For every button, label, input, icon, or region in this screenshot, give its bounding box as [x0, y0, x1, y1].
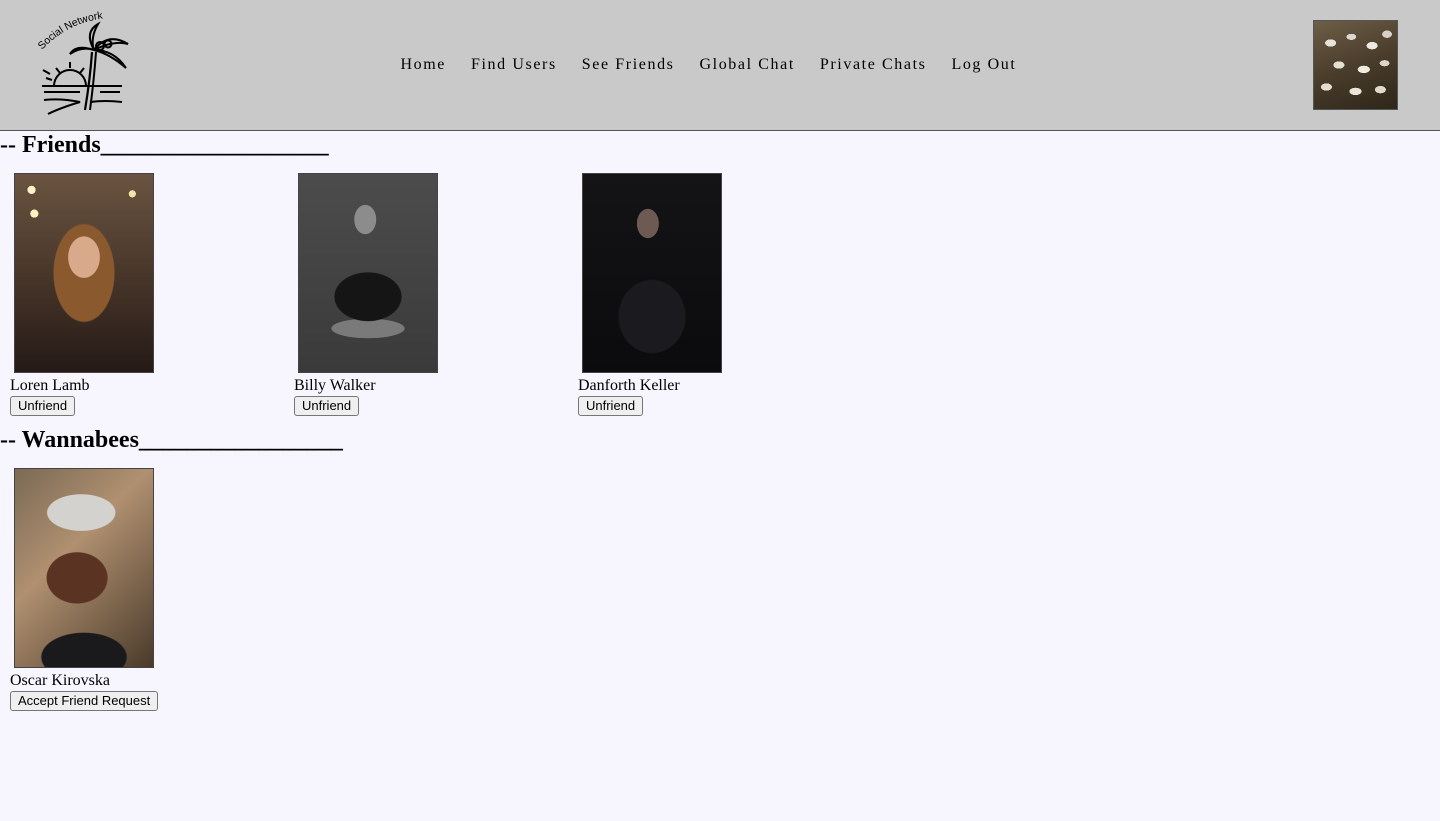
- accept-friend-request-button[interactable]: Accept Friend Request: [10, 691, 159, 711]
- friend-name: Danforth Keller: [578, 377, 680, 394]
- nav-find-users[interactable]: Find Users: [459, 54, 570, 76]
- friend-name: Loren Lamb: [10, 377, 90, 394]
- friend-photo: [14, 173, 154, 373]
- unfriend-button[interactable]: Unfriend: [578, 396, 644, 416]
- friends-heading: -- Friends___________________: [0, 132, 329, 158]
- friend-photo: [298, 173, 438, 373]
- logo[interactable]: Social Network: [30, 10, 140, 120]
- wannabee-name: Oscar Kirovska: [10, 672, 110, 689]
- main-nav: Home Find Users See Friends Global Chat …: [388, 54, 1029, 76]
- nav-global-chat[interactable]: Global Chat: [687, 54, 807, 76]
- palm-sunset-logo-icon: Social Network: [36, 10, 129, 115]
- nav-see-friends[interactable]: See Friends: [569, 54, 687, 76]
- nav-home[interactable]: Home: [388, 54, 459, 76]
- site-header: Social Network Home Find Users See Frien…: [0, 0, 1440, 131]
- unfriend-button[interactable]: Unfriend: [10, 396, 76, 416]
- wannabees-heading: -- Wannabees_________________: [0, 427, 343, 453]
- wannabee-photo: [14, 468, 154, 668]
- nav-private-chats[interactable]: Private Chats: [807, 54, 939, 76]
- nav-log-out[interactable]: Log Out: [939, 54, 1029, 76]
- unfriend-button[interactable]: Unfriend: [294, 396, 360, 416]
- friend-photo: [582, 173, 722, 373]
- friend-name: Billy Walker: [294, 377, 376, 394]
- user-avatar[interactable]: [1313, 20, 1398, 110]
